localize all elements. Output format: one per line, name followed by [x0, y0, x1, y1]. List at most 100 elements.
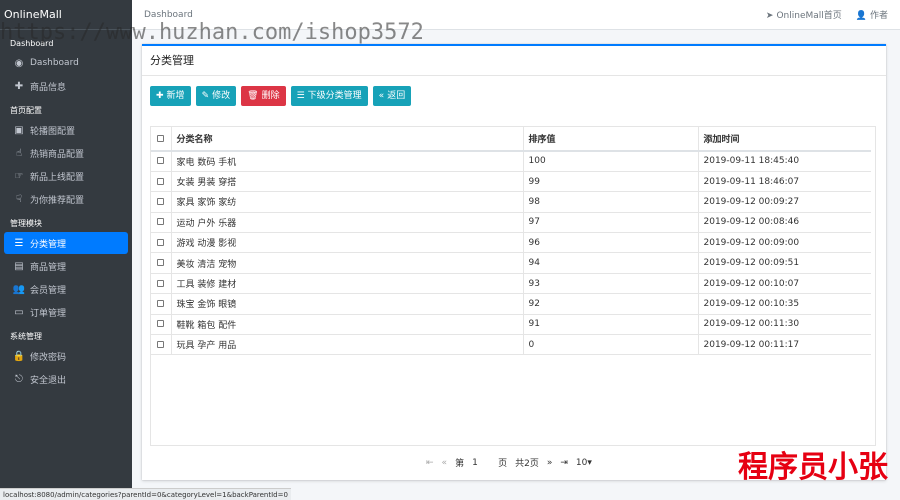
user-icon: 👤 — [855, 11, 867, 21]
sidebar-item-label: 会员管理 — [30, 285, 67, 296]
sidebar-item-label: 为你推荐配置 — [30, 195, 85, 206]
column-header-sort[interactable]: 排序值 — [522, 127, 698, 152]
grid-icon: ▤ — [14, 260, 24, 272]
created-time-cell: 2019-09-12 00:08:46 — [697, 212, 871, 234]
sidebar-item[interactable]: ▤ 商品管理 — [4, 255, 128, 277]
sidebar-menu: Dashboard ◉ Dashboard ✚ 商品信息 首页配置 ▣ 轮播图配置 ☝ 热销商品配… — [0, 38, 132, 390]
sidebar-item[interactable]: ☝ 热销商品配置 — [4, 142, 128, 164]
table-row[interactable]: 家具 家饰 家纺 98 2019-09-12 00:09:27 — [151, 191, 871, 213]
prev-page-button[interactable]: « — [442, 458, 448, 468]
sort-value-cell: 96 — [522, 232, 698, 254]
table-row[interactable]: 家电 数码 手机 100 2019-09-11 18:45:40 — [151, 151, 871, 172]
sort-value-cell: 92 — [522, 293, 698, 315]
row-checkbox-cell — [151, 273, 171, 295]
hand-icon: ☞ — [14, 170, 24, 182]
table-row[interactable]: 美妆 清洁 宠物 94 2019-09-12 00:09:51 — [151, 252, 871, 274]
column-header-time[interactable]: 添加时间 — [697, 127, 871, 152]
edit-button[interactable]: ✎ 修改 — [195, 86, 237, 106]
sidebar-item[interactable]: 👥 会员管理 — [4, 278, 128, 300]
table-body: 家电 数码 手机 100 2019-09-11 18:45:40 女装 男装 穿搭 99… — [151, 151, 871, 356]
sort-value-cell: 99 — [522, 171, 698, 193]
brand-logo[interactable]: OnlineMall — [0, 0, 132, 30]
sidebar-item[interactable]: ☟ 为你推荐配置 — [4, 188, 128, 210]
row-checkbox[interactable] — [157, 259, 165, 267]
row-checkbox[interactable] — [157, 197, 165, 205]
page-size-select[interactable]: 10▾ — [576, 458, 592, 468]
row-checkbox[interactable] — [157, 157, 165, 165]
last-page-button[interactable]: ⇥ — [560, 458, 568, 468]
table-row[interactable]: 女装 男装 穿搭 99 2019-09-11 18:46:07 — [151, 171, 871, 193]
category-name-cell: 家电 数码 手机 — [170, 151, 523, 172]
sidebar-item-label: 修改密码 — [30, 352, 67, 363]
button-icon: ✚ — [156, 91, 164, 101]
logout-icon: ⎋ — [15, 373, 23, 385]
category-table-container: 分类名称 排序值 添加时间 家电 数码 手机 100 2019-09-11 18:4… — [150, 126, 876, 446]
next-page-button[interactable]: » — [547, 458, 553, 468]
sidebar-item-label: 热销商品配置 — [30, 149, 85, 160]
created-time-cell: 2019-09-11 18:46:07 — [697, 171, 871, 193]
table-row[interactable]: 游戏 动漫 影视 96 2019-09-12 00:09:00 — [151, 232, 871, 254]
category-name-cell: 家具 家饰 家纺 — [170, 191, 523, 213]
sidebar-item[interactable]: ▭ 订单管理 — [4, 301, 128, 323]
sidebar-item[interactable]: ☰ 分类管理 — [4, 232, 128, 254]
category-name-cell: 鞋靴 箱包 配件 — [170, 314, 523, 336]
sort-value-cell: 97 — [522, 212, 698, 234]
sidebar-item[interactable]: ✚ 商品信息 — [4, 75, 128, 97]
sidebar-item[interactable]: ☞ 新品上线配置 — [4, 165, 128, 187]
select-all-checkbox[interactable] — [157, 134, 165, 142]
delete-button[interactable]: 🗑 删除 — [241, 86, 286, 106]
table-row[interactable]: 工具 装修 建材 93 2019-09-12 00:10:07 — [151, 273, 871, 295]
created-time-cell: 2019-09-12 00:09:51 — [697, 252, 871, 274]
row-checkbox[interactable] — [157, 340, 165, 348]
first-page-button[interactable]: ⇤ — [426, 458, 434, 468]
row-checkbox[interactable] — [157, 299, 165, 307]
plus-icon: ✚ — [14, 80, 24, 92]
row-checkbox[interactable] — [157, 218, 165, 226]
sidebar-item-label: 订单管理 — [30, 308, 67, 319]
row-checkbox[interactable] — [157, 279, 165, 287]
sidebar: OnlineMall Dashboard ◉ Dashboard ✚ 商品信息 首页配置 ▣… — [0, 0, 132, 500]
author-link[interactable]: 👤 作者 — [856, 8, 888, 21]
pagination: ⇤ « 第 1 页 共2页 » ⇥ 10▾ — [426, 456, 592, 470]
dashboard-icon: ◉ — [14, 57, 24, 69]
row-checkbox[interactable] — [157, 238, 165, 246]
row-checkbox[interactable] — [157, 320, 165, 328]
table-row[interactable]: 珠宝 金饰 眼镜 92 2019-09-12 00:10:35 — [151, 293, 871, 315]
subcategory-button[interactable]: ☰ 下级分类管理 — [290, 86, 368, 106]
row-checkbox-cell — [151, 252, 171, 274]
category-name-cell: 玩具 孕产 用品 — [170, 334, 523, 356]
table-header-row: 分类名称 排序值 添加时间 — [151, 127, 871, 152]
sidebar-section-title: 管理模块 — [10, 219, 42, 228]
table-row[interactable]: 鞋靴 箱包 配件 91 2019-09-12 00:11:30 — [151, 314, 871, 336]
sidebar-item[interactable]: 🔒 修改密码 — [4, 345, 128, 367]
author-link-label: 作者 — [869, 11, 888, 21]
row-checkbox-cell — [151, 293, 171, 315]
back-button[interactable]: «返回 — [372, 86, 412, 106]
page-number-input[interactable]: 1 — [472, 458, 490, 468]
add-button[interactable]: ✚ 新增 — [150, 86, 191, 106]
breadcrumb[interactable]: Dashboard — [144, 10, 193, 20]
row-checkbox-cell — [151, 314, 171, 336]
row-checkbox[interactable] — [157, 177, 165, 185]
sidebar-item[interactable]: ▣ 轮播图配置 — [4, 119, 128, 141]
sidebar-item[interactable]: ⎋ 安全退出 — [4, 368, 128, 390]
sidebar-item[interactable]: ◉ Dashboard — [4, 52, 128, 74]
row-checkbox-cell — [151, 334, 171, 356]
row-checkbox-cell — [151, 171, 171, 193]
row-checkbox-cell — [151, 151, 171, 172]
sort-value-cell: 0 — [522, 334, 698, 356]
top-navbar: Dashboard ➤ OnlineMall首页 👤 作者 — [132, 0, 900, 30]
lock-icon: 🔒 — [12, 350, 26, 362]
sidebar-item-label: 安全退出 — [30, 375, 67, 386]
row-checkbox-cell — [151, 232, 171, 254]
button-label: 修改 — [212, 91, 231, 101]
sidebar-item-label: Dashboard — [30, 58, 79, 68]
navbar-right: ➤ OnlineMall首页 👤 作者 — [766, 8, 888, 21]
table-row[interactable]: 玩具 孕产 用品 0 2019-09-12 00:11:17 — [151, 334, 871, 356]
sidebar-item-label: 分类管理 — [30, 239, 67, 250]
home-link[interactable]: ➤ OnlineMall首页 — [766, 8, 842, 21]
row-checkbox-cell — [151, 191, 171, 213]
image-icon: ▣ — [14, 124, 24, 136]
table-row[interactable]: 运动 户外 乐器 97 2019-09-12 00:08:46 — [151, 212, 871, 234]
column-header-name[interactable]: 分类名称 — [170, 127, 523, 152]
